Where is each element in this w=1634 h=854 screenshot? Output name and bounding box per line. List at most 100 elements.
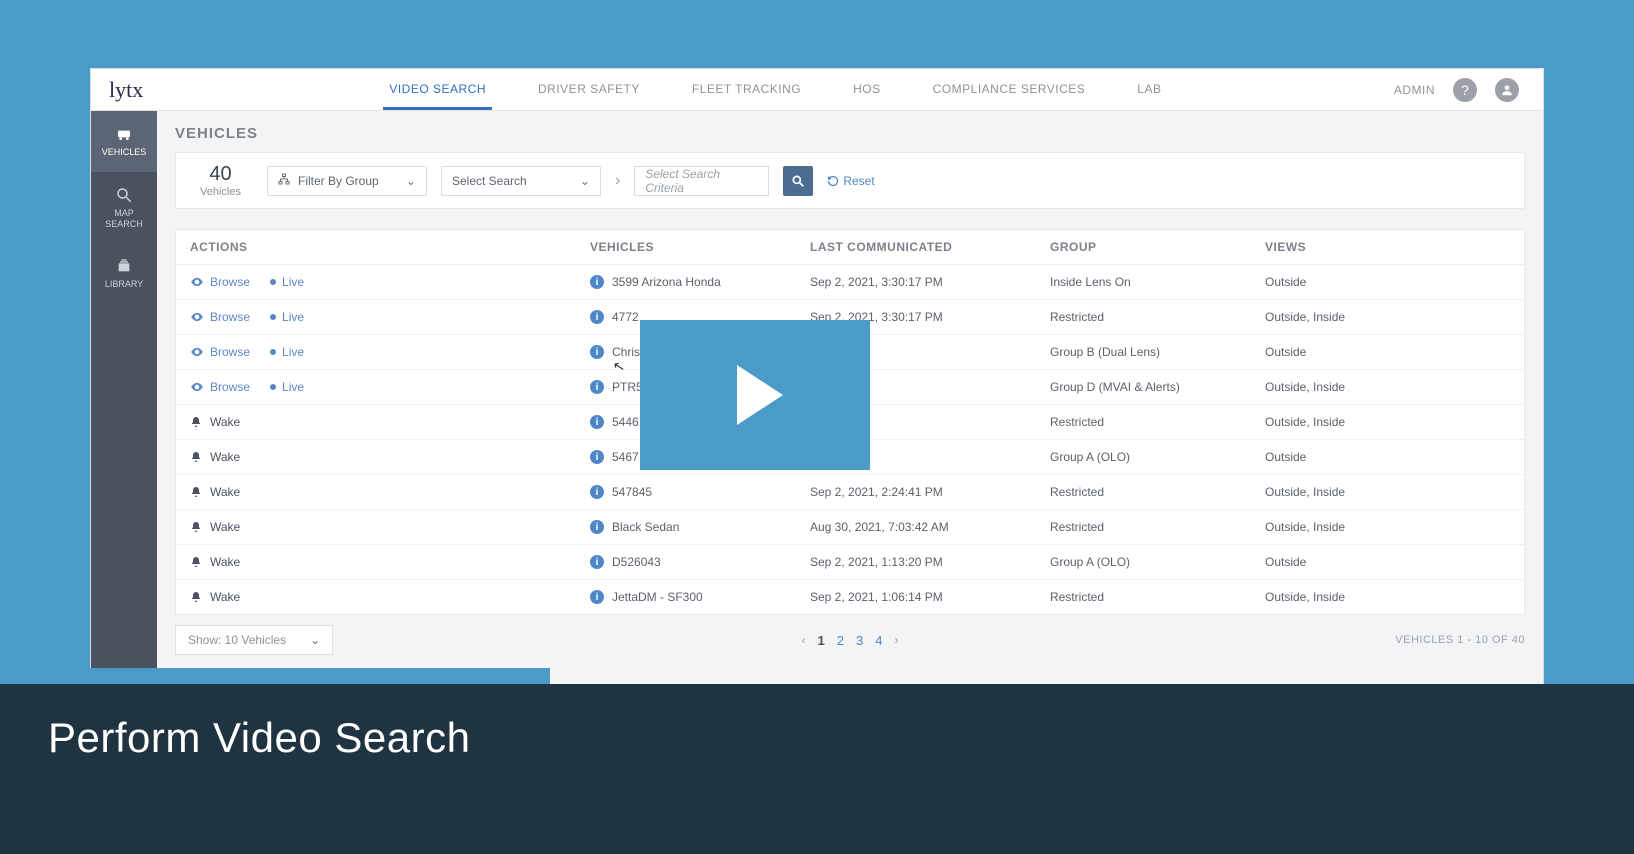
sidebar-item-label: MAP SEARCH [95, 208, 153, 230]
table-row: Wakei547845Sep 2, 2021, 2:24:41 PMRestri… [176, 475, 1524, 510]
wake-label: Wake [210, 415, 240, 429]
last-communicated: Sep 2, 2021, 3:30:17 PM [810, 275, 1050, 289]
video-play-button[interactable] [640, 320, 870, 470]
hierarchy-icon [278, 173, 290, 188]
table-row: WakeiBlack SedanAug 30, 2021, 7:03:42 AM… [176, 510, 1524, 545]
nav-tab-video-search[interactable]: VIDEO SEARCH [383, 69, 492, 110]
reset-link[interactable]: Reset [827, 174, 874, 188]
vehicle-name: Black Sedan [612, 520, 679, 534]
help-icon[interactable]: ? [1453, 78, 1477, 102]
select-search-label: Select Search [452, 174, 527, 188]
bell-icon [190, 416, 202, 428]
info-icon[interactable]: i [590, 345, 604, 359]
bell-icon [190, 486, 202, 498]
live-label: Live [282, 380, 304, 394]
info-icon[interactable]: i [590, 520, 604, 534]
show-count-label: Show: 10 Vehicles [188, 633, 286, 647]
last-communicated: Sep 2, 2021, 2:24:41 PM [810, 485, 1050, 499]
wake-action[interactable]: Wake [190, 450, 240, 464]
nav-tabs: VIDEO SEARCH DRIVER SAFETY FLEET TRACKING H… [157, 69, 1394, 110]
wake-action[interactable]: Wake [190, 555, 240, 569]
live-dot-icon [270, 384, 276, 390]
search-criteria-input[interactable]: Select Search Criteria [634, 166, 769, 196]
sidebar-item-vehicles[interactable]: VEHICLES [91, 111, 157, 172]
search-button[interactable] [783, 166, 813, 196]
info-icon[interactable]: i [590, 450, 604, 464]
nav-tab-fleet-tracking[interactable]: FLEET TRACKING [686, 69, 807, 110]
views: Outside [1265, 345, 1510, 359]
caption-bar: Perform Video Search [0, 684, 1634, 854]
bell-icon [190, 556, 202, 568]
col-group: GROUP [1050, 240, 1265, 254]
group: Group A (OLO) [1050, 450, 1265, 464]
info-icon[interactable]: i [590, 555, 604, 569]
page-2[interactable]: 2 [837, 633, 844, 648]
views: Outside, Inside [1265, 590, 1510, 604]
group: Group D (MVAI & Alerts) [1050, 380, 1265, 394]
live-action[interactable]: Live [270, 345, 304, 359]
browse-action[interactable]: Browse [190, 380, 250, 394]
live-action[interactable]: Live [270, 275, 304, 289]
live-action[interactable]: Live [270, 310, 304, 324]
table-row: WakeiJettaDM - SF300Sep 2, 2021, 1:06:14… [176, 580, 1524, 614]
search-icon [791, 174, 805, 188]
views: Outside, Inside [1265, 485, 1510, 499]
col-last-communicated: LAST COMMUNICATED [810, 240, 1050, 254]
wake-label: Wake [210, 555, 240, 569]
nav-tab-compliance-services[interactable]: COMPLIANCE SERVICES [927, 69, 1092, 110]
live-action[interactable]: Live [270, 380, 304, 394]
browse-action[interactable]: Browse [190, 275, 250, 289]
page-next[interactable]: › [894, 633, 898, 647]
group: Restricted [1050, 310, 1265, 324]
info-icon[interactable]: i [590, 380, 604, 394]
group: Restricted [1050, 590, 1265, 604]
table-footer: Show: 10 Vehicles ⌄ ‹1234› VEHICLES 1 - … [175, 625, 1525, 655]
wake-action[interactable]: Wake [190, 485, 240, 499]
live-dot-icon [270, 349, 276, 355]
browse-action[interactable]: Browse [190, 310, 250, 324]
filter-by-group-label: Filter By Group [298, 174, 379, 188]
views: Outside [1265, 555, 1510, 569]
browse-action[interactable]: Browse [190, 345, 250, 359]
show-count-dropdown[interactable]: Show: 10 Vehicles ⌄ [175, 625, 333, 655]
page-1[interactable]: 1 [818, 633, 825, 648]
vehicle-name: 547845 [612, 485, 652, 499]
select-search-dropdown[interactable]: Select Search ⌄ [441, 166, 601, 196]
group: Group A (OLO) [1050, 555, 1265, 569]
info-icon[interactable]: i [590, 310, 604, 324]
filter-by-group-dropdown[interactable]: Filter By Group ⌄ [267, 166, 427, 196]
sidebar-item-map-search[interactable]: MAP SEARCH [91, 172, 157, 244]
sidebar-item-label: VEHICLES [102, 147, 147, 158]
views: Outside, Inside [1265, 380, 1510, 394]
info-icon[interactable]: i [590, 415, 604, 429]
wake-action[interactable]: Wake [190, 590, 240, 604]
info-icon[interactable]: i [590, 590, 604, 604]
page-3[interactable]: 3 [856, 633, 863, 648]
admin-link[interactable]: ADMIN [1394, 83, 1435, 97]
vehicle-name: D526043 [612, 555, 661, 569]
wake-action[interactable]: Wake [190, 415, 240, 429]
info-icon[interactable]: i [590, 485, 604, 499]
reset-label: Reset [843, 174, 874, 188]
chevron-down-icon: ⌄ [310, 633, 320, 647]
nav-tab-hos[interactable]: HOS [847, 69, 887, 110]
info-icon[interactable]: i [590, 275, 604, 289]
page-prev[interactable]: ‹ [802, 633, 806, 647]
wake-action[interactable]: Wake [190, 520, 240, 534]
vehicle-name: 5446 [612, 415, 639, 429]
browse-label: Browse [210, 310, 250, 324]
group: Inside Lens On [1050, 275, 1265, 289]
nav-tab-driver-safety[interactable]: DRIVER SAFETY [532, 69, 646, 110]
arrow-right-icon: › [615, 172, 620, 190]
vehicles-icon [114, 125, 134, 143]
filter-bar: 40 Vehicles Filter By Group ⌄ Select Sea… [175, 152, 1525, 209]
nav-tab-lab[interactable]: LAB [1131, 69, 1167, 110]
top-nav: lytx VIDEO SEARCHDRIVER SAFETYFLEET TRAC… [91, 69, 1543, 111]
page-4[interactable]: 4 [875, 633, 882, 648]
sidebar-item-library[interactable]: LIBRARY [91, 243, 157, 304]
vehicle-name: JettaDM - SF300 [612, 590, 703, 604]
page-title: VEHICLES [175, 125, 1525, 142]
table-row: WakeiD526043Sep 2, 2021, 1:13:20 PMGroup… [176, 545, 1524, 580]
wake-label: Wake [210, 485, 240, 499]
user-avatar-icon[interactable] [1495, 78, 1519, 102]
